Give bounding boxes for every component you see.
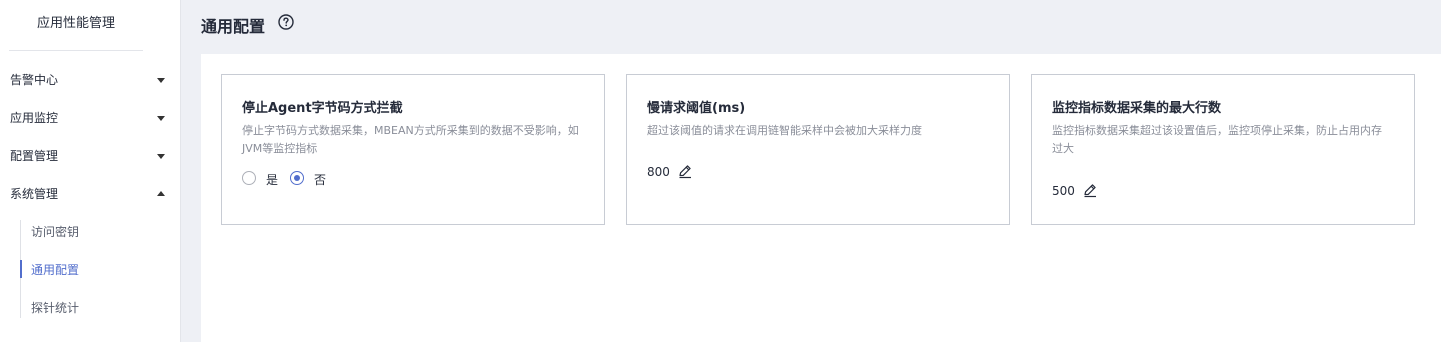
radio-circle[interactable] (290, 171, 304, 185)
main-content: 停止Agent字节码方式拦截 停止字节码方式数据采集，MBEAN方式所采集到的数… (201, 54, 1441, 342)
sidebar-item-label: 配置管理 (10, 149, 59, 163)
system-management-submenu: 访问密钥 通用配置 探针统计 (20, 214, 170, 318)
sidebar-item-label: 告警中心 (10, 73, 59, 87)
question-circle-icon[interactable] (278, 14, 294, 30)
chevron-down-icon (157, 78, 165, 83)
sidebar-subitem-label: 访问密钥 (31, 225, 80, 239)
pencil-icon[interactable] (677, 163, 693, 179)
max-rows-value: 500 (1052, 184, 1075, 198)
radio-label: 是 (266, 173, 279, 187)
sidebar-item-label: 系统管理 (10, 187, 59, 201)
chevron-down-icon (157, 116, 165, 121)
config-card-max-rows: 监控指标数据采集的最大行数 监控指标数据采集超过该设置值后，监控项停止采集，防止… (1031, 74, 1415, 225)
sidebar-divider (9, 50, 143, 51)
sidebar-item-label: 应用监控 (10, 111, 59, 125)
threshold-value: 800 (647, 165, 670, 179)
card-title: 慢请求阈值(ms) (647, 101, 746, 116)
sidebar-subitem-general-config[interactable]: 通用配置 (20, 258, 170, 280)
page-title: 通用配置 (201, 17, 266, 36)
pencil-icon[interactable] (1082, 182, 1098, 198)
sidebar: 应用性能管理 告警中心 应用监控 配置管理 系统管理 访问密钥 通用配置 探针统… (0, 0, 181, 342)
card-description: 停止字节码方式数据采集，MBEAN方式所采集到的数据不受影响，如JVM等监控指标 (242, 124, 579, 155)
radio-circle[interactable] (242, 171, 256, 185)
radio-label: 否 (314, 173, 327, 187)
card-description: 超过该阈值的请求在调用链智能采样中会被加大采样力度 (647, 124, 922, 137)
card-description: 监控指标数据采集超过该设置值后，监控项停止采集，防止占用内存过大 (1052, 124, 1382, 155)
chevron-down-icon (157, 154, 165, 159)
sidebar-subitem-label: 通用配置 (31, 263, 80, 277)
chevron-up-icon (157, 191, 165, 196)
config-card-slow-request-threshold: 慢请求阈值(ms) 超过该阈值的请求在调用链智能采样中会被加大采样力度 800 (626, 74, 1010, 225)
sidebar-subitem-access-keys[interactable]: 访问密钥 (20, 220, 170, 242)
card-title: 停止Agent字节码方式拦截 (242, 101, 403, 116)
active-indicator (20, 260, 22, 278)
sidebar-subitem-label: 探针统计 (31, 301, 80, 315)
sidebar-item-system-management[interactable]: 系统管理 (0, 181, 175, 207)
app-title: 应用性能管理 (36, 16, 115, 31)
sidebar-item-config-management[interactable]: 配置管理 (0, 143, 175, 169)
sidebar-subitem-probe-stats[interactable]: 探针统计 (20, 296, 170, 318)
card-title: 监控指标数据采集的最大行数 (1052, 101, 1222, 116)
config-card-stop-bytecode: 停止Agent字节码方式拦截 停止字节码方式数据采集，MBEAN方式所采集到的数… (221, 74, 605, 225)
page-header: 通用配置 (182, 0, 1441, 54)
sidebar-item-app-monitor[interactable]: 应用监控 (0, 105, 175, 131)
sidebar-item-alarm-center[interactable]: 告警中心 (0, 67, 175, 93)
